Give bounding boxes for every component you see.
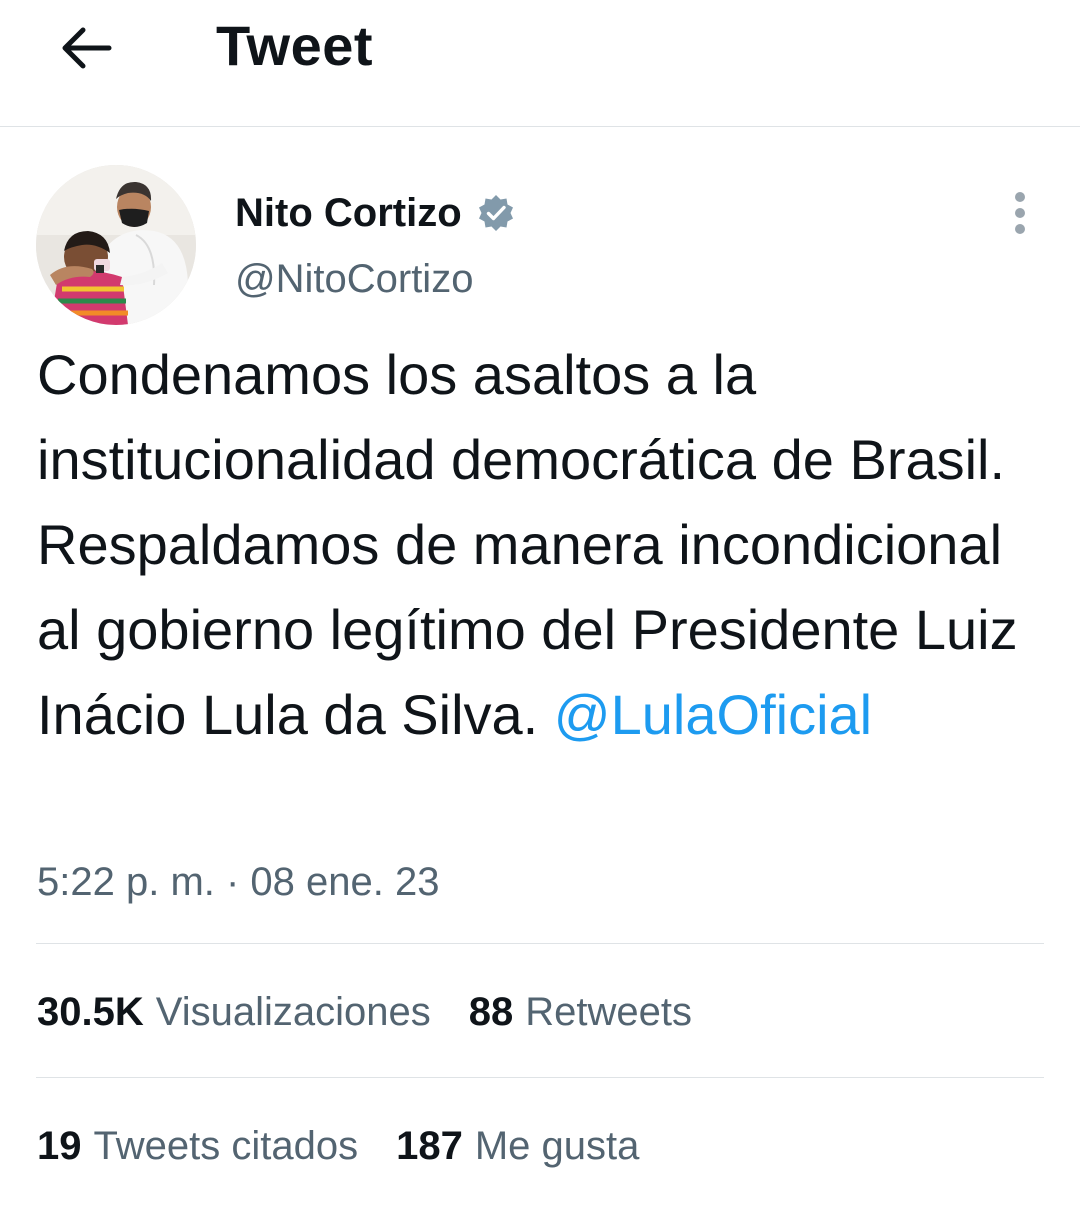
divider	[36, 1077, 1044, 1078]
author-name[interactable]: Nito Cortizo	[235, 188, 516, 238]
divider	[36, 943, 1044, 944]
verified-badge-icon	[478, 195, 513, 231]
retweets-count: 88	[468, 990, 514, 1034]
page-title: Tweet	[216, 14, 374, 77]
likes-label: Me gusta	[474, 1124, 640, 1168]
top-bar: Tweet	[0, 0, 1080, 127]
quote-tweets-stat[interactable]: 19 Tweets citados	[37, 1120, 358, 1172]
author-name-text: Nito Cortizo	[235, 191, 462, 235]
arrow-left-icon	[62, 27, 112, 69]
tweet-timestamp[interactable]: 5:22 p. m. · 08 ene. 23	[37, 856, 439, 908]
more-vertical-icon	[1015, 192, 1025, 234]
retweets-label: Retweets	[525, 990, 692, 1034]
avatar[interactable]	[36, 165, 196, 325]
profile-photo	[36, 165, 196, 325]
views-stat[interactable]: 30.5K Visualizaciones	[37, 986, 431, 1038]
mention-link[interactable]: @LulaOficial	[554, 683, 872, 746]
quotes-count: 19	[37, 1124, 82, 1168]
likes-stat[interactable]: 187 Me gusta	[396, 1120, 639, 1172]
retweets-stat[interactable]: 88 Retweets	[469, 986, 692, 1038]
likes-count: 187	[396, 1124, 463, 1168]
tweet-text: Condenamos los asaltos a la instituciona…	[37, 332, 1057, 757]
stats-row: 30.5K Visualizaciones 88 Retweets	[37, 986, 730, 1038]
author-handle[interactable]: @NitoCortizo	[235, 254, 473, 304]
more-options-button[interactable]	[998, 186, 1042, 240]
quotes-label: Tweets citados	[93, 1124, 359, 1168]
views-label: Visualizaciones	[155, 990, 431, 1034]
back-button[interactable]	[54, 16, 118, 80]
stats-row: 19 Tweets citados 187 Me gusta	[37, 1120, 677, 1172]
views-count: 30.5K	[37, 990, 144, 1034]
